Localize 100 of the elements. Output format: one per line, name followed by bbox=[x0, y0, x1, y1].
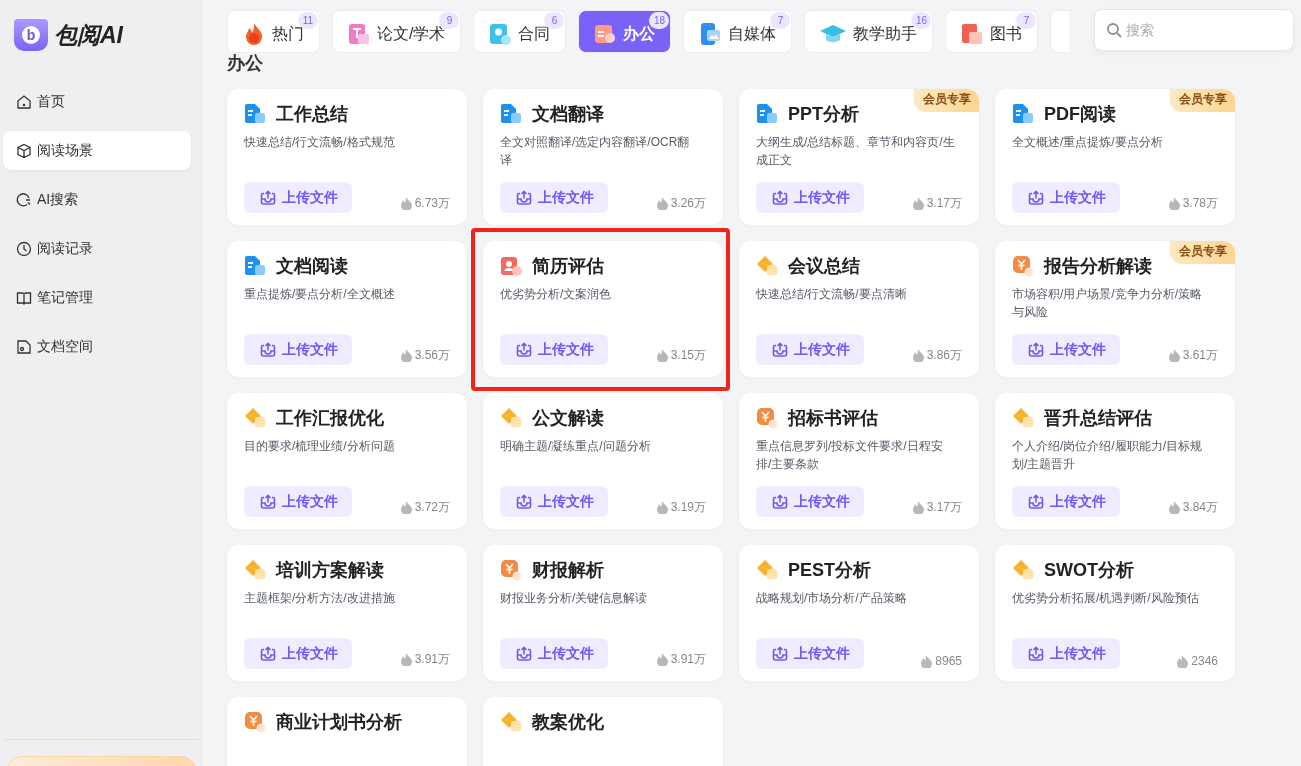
card-title: 教案优化 bbox=[532, 711, 604, 734]
upload-button[interactable]: 上传文件 bbox=[244, 486, 352, 517]
count-badge: 7 bbox=[770, 12, 791, 29]
upload-button[interactable]: 上传文件 bbox=[244, 334, 352, 365]
card-title: 文档阅读 bbox=[276, 255, 348, 278]
flame-icon bbox=[400, 197, 412, 210]
diamond-icon bbox=[756, 559, 778, 581]
scene-card[interactable]: SWOT分析 优劣势分析拓展/机遇判断/风险预估 上传文件 2346 bbox=[995, 545, 1235, 681]
card-title: 晋升总结评估 bbox=[1044, 407, 1152, 430]
flame-icon bbox=[656, 349, 668, 362]
scene-card[interactable]: 会议总结 快速总结/行文流畅/要点清晰 上传文件 3.86万 bbox=[739, 241, 979, 377]
category-tab[interactable]: 合同 6 bbox=[473, 10, 567, 53]
sidebar-item[interactable]: 文档空间 bbox=[3, 327, 191, 366]
upload-button[interactable]: 上传文件 bbox=[756, 638, 864, 669]
diamond-icon bbox=[1012, 559, 1034, 581]
scene-card[interactable]: 招标书评估 重点信息罗列/投标文件要求/日程安排/主要条款 上传文件 3.17万 bbox=[739, 393, 979, 529]
resume-icon bbox=[500, 255, 522, 277]
view-count: 3.78万 bbox=[1182, 195, 1218, 212]
sidebar-item[interactable]: AI搜索 bbox=[3, 180, 191, 219]
sidebar-item[interactable]: 首页 bbox=[3, 82, 191, 121]
flame-icon bbox=[921, 654, 933, 668]
flame-icon bbox=[1177, 654, 1189, 668]
category-tab[interactable]: 自媒体 7 bbox=[683, 10, 793, 53]
upload-icon bbox=[260, 341, 276, 358]
scene-card[interactable]: 财报解析 财报业务分析/关键信息解读 上传文件 3.91万 bbox=[483, 545, 723, 681]
file-icon bbox=[16, 338, 32, 355]
upload-button[interactable]: 上传文件 bbox=[244, 182, 352, 213]
phone-image-icon bbox=[698, 22, 723, 46]
scene-card[interactable]: 文档阅读 重点提炼/要点分析/全文概述 上传文件 3.56万 bbox=[227, 241, 467, 377]
upload-button[interactable]: 上传文件 bbox=[244, 638, 352, 669]
card-description: 重点信息罗列/投标文件要求/日程安排/主要条款 bbox=[756, 438, 944, 473]
document-icon bbox=[500, 103, 522, 125]
section-title: 办公 bbox=[227, 53, 264, 73]
card-description: 快速总结/行文流畅/格式规范 bbox=[244, 134, 396, 151]
upload-icon bbox=[516, 341, 532, 358]
scene-card[interactable]: 会员专享 PPT分析 大纲生成/总结标题、章节和内容页/生成正文 上传文件 3.17万 bbox=[739, 89, 979, 225]
count-badge: 18 bbox=[649, 12, 670, 29]
category-tab[interactable]: 办公 18 bbox=[578, 10, 672, 53]
upload-button[interactable]: 上传文件 bbox=[1012, 638, 1120, 669]
card-title: 招标书评估 bbox=[788, 407, 878, 430]
category-tab[interactable]: 热门 11 bbox=[227, 10, 320, 53]
document-icon bbox=[593, 22, 618, 46]
scene-card[interactable]: 商业计划书分析 bbox=[227, 697, 467, 766]
scene-card[interactable]: 会员专享 PDF阅读 全文概述/重点提炼/要点分析 上传文件 3.78万 bbox=[995, 89, 1235, 225]
scene-card[interactable]: 公文解读 明确主题/凝练重点/问题分析 上传文件 3.19万 bbox=[483, 393, 723, 529]
sidebar-item[interactable]: 笔记管理 bbox=[3, 278, 191, 317]
scene-card[interactable]: 培训方案解读 主题框架/分析方法/改进措施 上传文件 3.91万 bbox=[227, 545, 467, 681]
upload-button[interactable]: 上传文件 bbox=[500, 182, 608, 213]
view-count: 3.15万 bbox=[670, 347, 706, 364]
document-icon bbox=[756, 103, 778, 125]
card-title: 报告分析解读 bbox=[1044, 255, 1152, 278]
view-count: 3.56万 bbox=[414, 347, 450, 364]
upload-button[interactable]: 上传文件 bbox=[1012, 334, 1120, 365]
card-description: 重点提炼/要点分析/全文概述 bbox=[244, 286, 396, 303]
card-description: 全文对照翻译/选定内容翻译/OCR翻译 bbox=[500, 134, 691, 169]
upload-button[interactable]: 上传文件 bbox=[756, 182, 864, 213]
diamond-icon bbox=[756, 255, 778, 277]
flame-icon bbox=[912, 349, 924, 362]
upload-button[interactable]: 上传文件 bbox=[756, 486, 864, 517]
card-title: 公文解读 bbox=[532, 407, 604, 430]
upload-button[interactable]: 上传文件 bbox=[1012, 486, 1120, 517]
view-count: 2346 bbox=[1191, 654, 1218, 668]
view-count: 8965 bbox=[935, 654, 962, 668]
card-title: 简历评估 bbox=[532, 255, 604, 278]
view-count: 3.72万 bbox=[414, 499, 450, 516]
category-tab[interactable]: 图书 7 bbox=[945, 10, 1039, 53]
flame-icon bbox=[656, 197, 668, 210]
card-description: 全文概述/重点提炼/要点分析 bbox=[1012, 134, 1164, 151]
category-tab[interactable]: 教学助手 16 bbox=[804, 10, 934, 53]
upload-icon bbox=[1028, 189, 1044, 206]
yen-icon bbox=[500, 559, 522, 581]
scene-card[interactable]: 工作汇报优化 目的要求/梳理业绩/分析问题 上传文件 3.72万 bbox=[227, 393, 467, 529]
scene-card[interactable]: PEST分析 战略规划/市场分析/产品策略 上传文件 8965 bbox=[739, 545, 979, 681]
paper-icon bbox=[347, 22, 371, 46]
scene-card[interactable]: 教案优化 bbox=[483, 697, 723, 766]
card-title: 工作总结 bbox=[276, 103, 348, 126]
card-title: PPT分析 bbox=[788, 103, 859, 126]
member-badge: 会员专享 bbox=[1170, 241, 1235, 264]
card-description: 财报业务分析/关键信息解读 bbox=[500, 590, 649, 607]
upload-icon bbox=[772, 341, 788, 358]
scene-card[interactable]: 文档翻译 全文对照翻译/选定内容翻译/OCR翻译 上传文件 3.26万 bbox=[483, 89, 723, 225]
scene-card[interactable]: 简历评估 优劣势分析/文案润色 上传文件 3.15万 bbox=[483, 241, 723, 377]
upload-button[interactable]: 上传文件 bbox=[756, 334, 864, 365]
upload-button[interactable]: 上传文件 bbox=[1012, 182, 1120, 213]
sidebar-item[interactable]: 阅读场景 bbox=[3, 131, 191, 170]
search-icon bbox=[1106, 22, 1122, 38]
upload-button[interactable]: 上传文件 bbox=[500, 334, 608, 365]
book-icon bbox=[960, 22, 985, 46]
sidebar-item[interactable]: 阅读记录 bbox=[3, 229, 191, 268]
search-field[interactable]: 搜索 bbox=[1094, 9, 1294, 51]
upload-icon bbox=[260, 189, 276, 206]
card-title: 会议总结 bbox=[788, 255, 860, 278]
scene-card[interactable]: 晋升总结评估 个人介绍/岗位介绍/履职能力/目标规划/主题晋升 上传文件 3.84万 bbox=[995, 393, 1235, 529]
flame-icon bbox=[400, 653, 412, 666]
scene-card[interactable]: 工作总结 快速总结/行文流畅/格式规范 上传文件 6.73万 bbox=[227, 89, 467, 225]
contract-icon bbox=[488, 22, 513, 46]
scene-card[interactable]: 会员专享 报告分析解读 市场容积/用户场景/竞争力分析/策略与风险 上传文件 3.61万 bbox=[995, 241, 1235, 377]
upload-button[interactable]: 上传文件 bbox=[500, 486, 608, 517]
book-icon bbox=[16, 289, 32, 306]
upload-button[interactable]: 上传文件 bbox=[500, 638, 608, 669]
